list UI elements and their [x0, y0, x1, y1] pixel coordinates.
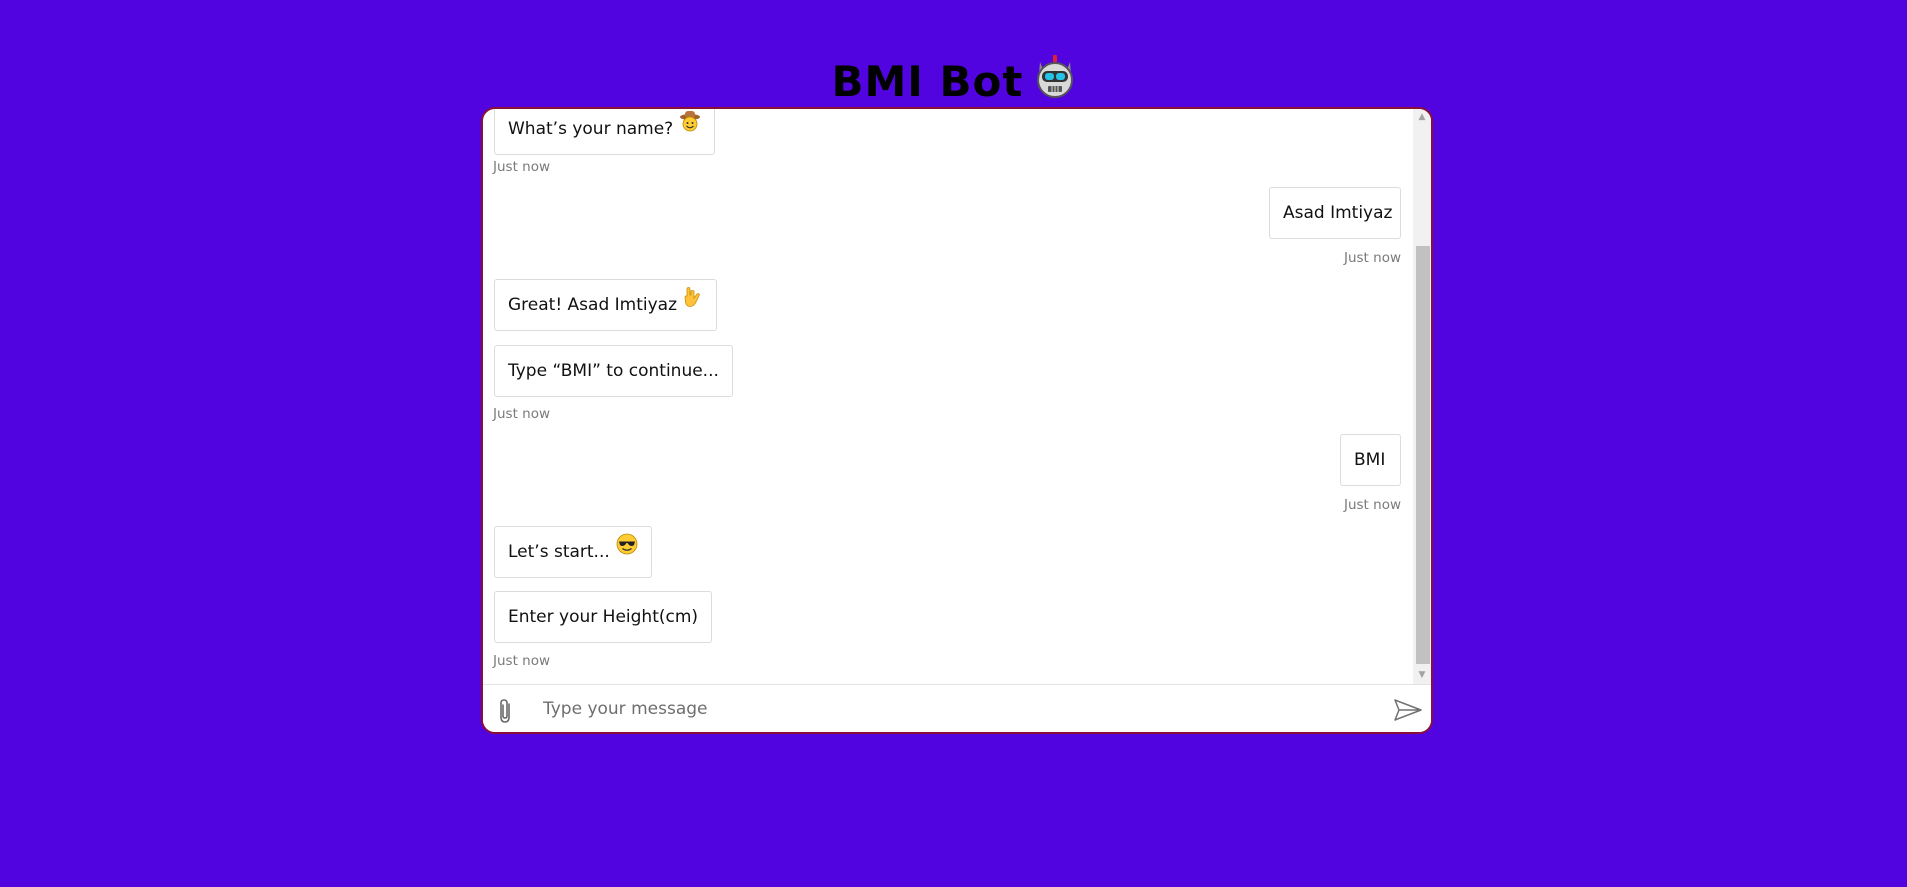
bot-message-bubble: Great! Asad Imtiyaz — [494, 278, 718, 331]
user-message-text: BMI — [1354, 450, 1386, 470]
send-icon — [1393, 699, 1423, 726]
message-scrollbar[interactable]: ▲ ▼ — [1413, 109, 1431, 684]
page-title-text: BMI Bot — [831, 57, 1024, 107]
love-you-gesture-icon — [683, 278, 703, 328]
message-composer — [483, 684, 1431, 732]
chat-window: What’s your name? Just now Asad Imtiyaz … — [481, 107, 1433, 734]
message-timestamp: Just now — [493, 159, 551, 175]
page-title: BMI Bot — [0, 54, 1907, 113]
user-message-bubble: Asad Imtiyaz — [1269, 187, 1401, 239]
cowboy-face-icon — [679, 109, 701, 152]
bot-message-bubble: Enter your Height(cm) — [494, 591, 713, 643]
scroll-thumb[interactable] — [1416, 246, 1430, 664]
bot-message-bubble: Let’s start... — [494, 526, 652, 578]
robot-icon — [1034, 54, 1076, 110]
paperclip-icon — [495, 699, 517, 729]
scroll-up-icon[interactable]: ▲ — [1413, 110, 1431, 124]
user-message-text: Asad Imtiyaz — [1283, 203, 1393, 223]
bot-message-text: Let’s start... — [508, 542, 610, 562]
bot-message-text: What’s your name? — [508, 119, 674, 139]
scroll-down-icon[interactable]: ▼ — [1413, 668, 1431, 682]
bot-message-text: Enter your Height(cm) — [508, 607, 699, 627]
bot-message-bubble: Type “BMI” to continue... — [494, 345, 733, 397]
message-timestamp: Just now — [493, 406, 551, 422]
message-input[interactable] — [543, 693, 1343, 725]
bot-message-bubble: What’s your name? — [494, 109, 716, 155]
smiling-face-with-sunglasses-icon — [616, 525, 638, 575]
message-list[interactable]: What’s your name? Just now Asad Imtiyaz … — [483, 109, 1413, 684]
send-button[interactable] — [1393, 698, 1423, 722]
attach-button[interactable] — [495, 697, 517, 725]
user-message-bubble: BMI — [1340, 434, 1401, 486]
message-timestamp: Just now — [1343, 250, 1401, 266]
message-timestamp: Just now — [493, 653, 551, 669]
message-timestamp: Just now — [1343, 497, 1401, 513]
bot-message-text: Type “BMI” to continue... — [508, 361, 719, 381]
bot-message-text: Great! Asad Imtiyaz — [508, 295, 678, 315]
